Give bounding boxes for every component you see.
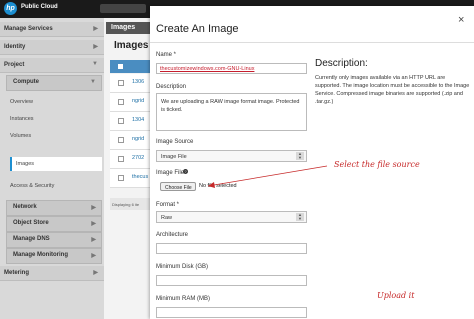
annotation-upload: Upload it [377, 291, 415, 300]
annotation-select-file: Select the file source [334, 160, 420, 169]
